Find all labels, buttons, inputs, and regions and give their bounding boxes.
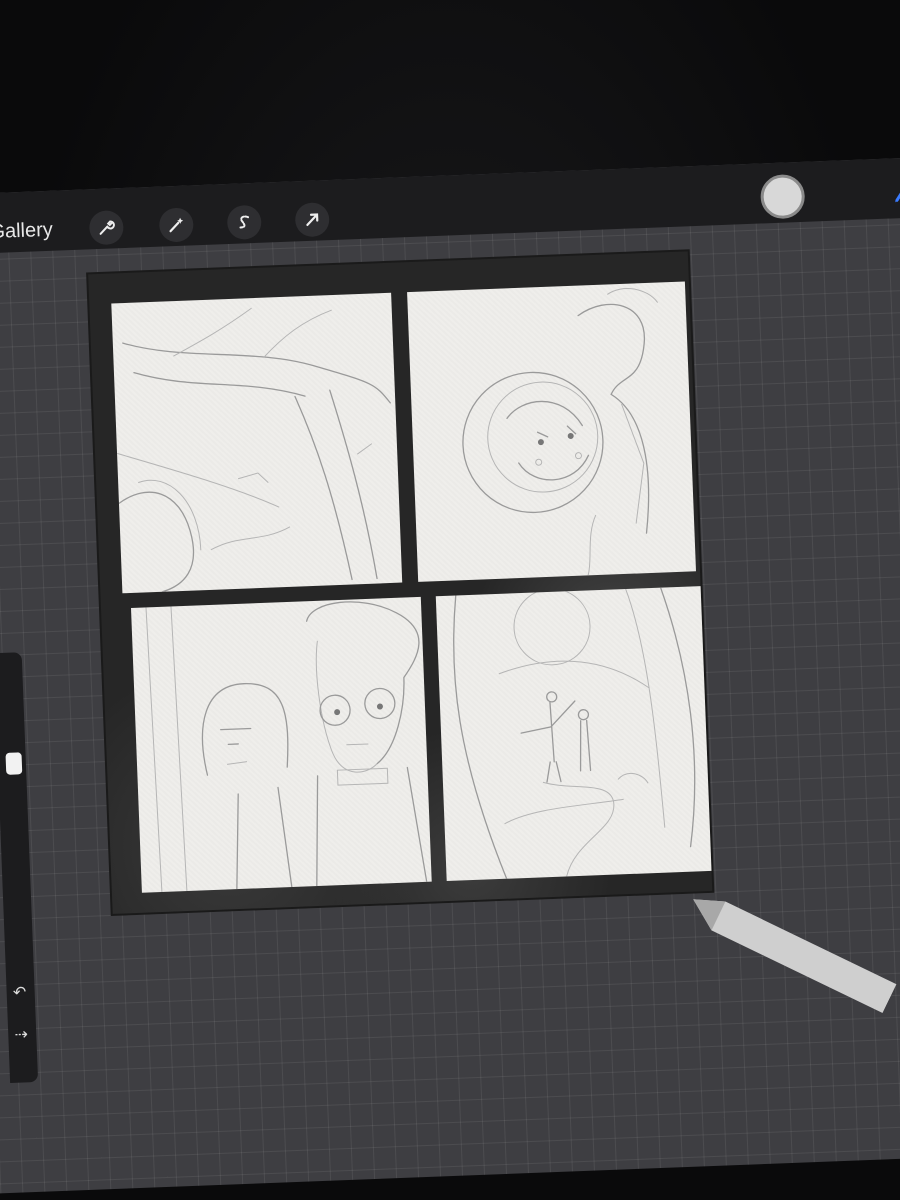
undo-icon[interactable]: ↶: [8, 982, 31, 1005]
redo-icon[interactable]: ⇢: [10, 1024, 33, 1047]
brush-icon[interactable]: [890, 165, 900, 206]
current-color-swatch[interactable]: [759, 173, 806, 220]
magic-wand-icon[interactable]: [158, 207, 194, 243]
procreate-screen: Gallery ↶ ⇢: [0, 156, 900, 1195]
panel-girl-close-up: [407, 281, 697, 582]
panel-two-characters: [130, 596, 432, 893]
panel-forest-tree: [111, 292, 403, 594]
move-arrow-icon[interactable]: [294, 202, 330, 238]
wrench-icon[interactable]: [88, 209, 125, 246]
selection-s-icon[interactable]: [226, 204, 262, 240]
apple-pencil-tip: [693, 899, 897, 1014]
comic-canvas[interactable]: [88, 251, 713, 914]
brush-size-slider[interactable]: [5, 752, 23, 775]
gallery-button[interactable]: Gallery: [0, 219, 53, 244]
left-sidebar: ↶ ⇢: [0, 652, 39, 1083]
panel-figures-on-path: [435, 586, 712, 882]
